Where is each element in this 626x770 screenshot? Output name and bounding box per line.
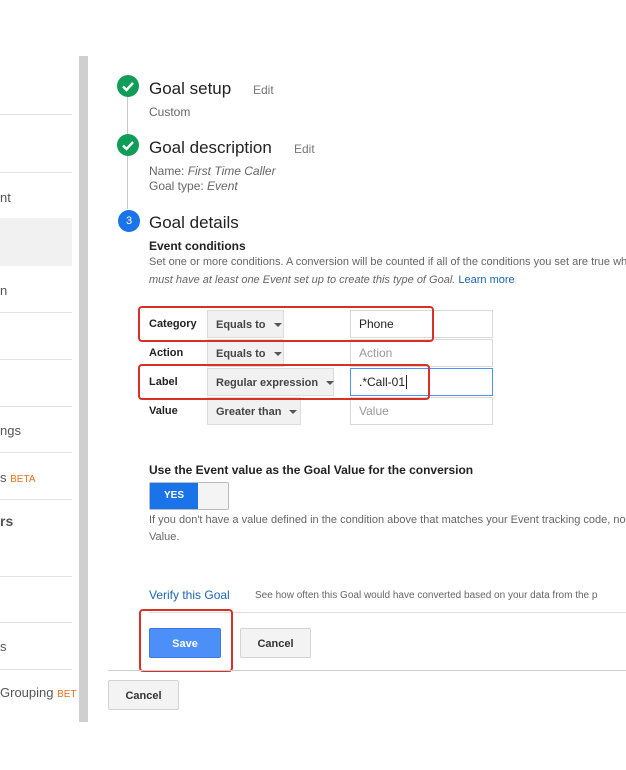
sidebar-divider [0,406,72,407]
value-value-input[interactable]: Value [350,397,493,425]
goal-value-note: If you don't have a value defined in the… [149,514,626,526]
goal-details-title: Goal details [149,213,239,232]
check-icon [117,134,139,156]
sidebar-item[interactable]: nt [0,190,11,205]
sidebar-item[interactable]: n [0,283,7,298]
verify-goal-link[interactable]: Verify this Goal [149,588,230,602]
sidebar-item[interactable]: ngs [0,423,21,438]
goal-setup-edit-link[interactable]: Edit [253,83,274,97]
sidebar-item[interactable]: s BETA [0,470,36,485]
goal-value-note-2: Value. [149,531,180,543]
sidebar-divider [0,359,72,360]
verify-goal-description: See how often this Goal would have conve… [255,590,598,601]
event-conditions-description-2: must have at least one Event set up to c… [149,274,515,286]
goal-description-edit-link[interactable]: Edit [294,142,315,156]
learn-more-link[interactable]: Learn more [458,274,514,286]
sidebar-divider [0,114,72,115]
event-conditions-description: Set one or more conditions. A conversion… [149,256,626,268]
chevron-down-icon [289,410,298,415]
action-value-input[interactable]: Action [350,339,493,367]
goal-type-line: Goal type: Event [149,179,238,193]
goal-name-line: Name: First Time Caller [149,164,276,178]
sidebar-scrollbar[interactable] [79,56,88,722]
goal-value-toggle[interactable]: YES [149,482,229,510]
cancel-button[interactable]: Cancel [240,628,311,658]
beta-badge: BETA [10,474,36,485]
step-number-badge: 3 [118,210,140,232]
highlight-box-label [138,364,430,400]
event-conditions-heading: Event conditions [149,239,246,253]
beta-badge: BET [57,689,77,700]
goal-setup-value: Custom [149,105,191,119]
sidebar: nt n ngs s BETA rs s Grouping BET [0,56,80,722]
sidebar-divider [0,172,72,173]
goal-description-title: Goal description [149,138,272,157]
toggle-on-label: YES [150,483,198,509]
check-icon [117,75,139,97]
sidebar-divider [0,499,72,500]
highlight-box-category [138,306,434,342]
sidebar-item[interactable]: Grouping BET [0,685,77,700]
condition-label-action: Action [149,347,184,359]
goal-value-heading: Use the Event value as the Goal Value fo… [149,463,474,477]
sidebar-item-selected[interactable] [0,218,72,266]
sidebar-divider [0,452,72,453]
highlight-box-save [139,609,233,672]
sidebar-divider [0,312,72,313]
sidebar-divider [0,622,72,623]
footer-divider [108,670,626,671]
sidebar-divider [0,576,72,577]
goal-setup-title: Goal setup [149,79,232,98]
sidebar-divider [0,669,72,670]
sidebar-section-header: rs [0,513,14,529]
chevron-down-icon [273,352,282,357]
condition-label-value: Value [149,405,178,417]
outer-cancel-button[interactable]: Cancel [108,680,179,710]
value-operator-select[interactable]: Greater than [207,397,301,425]
action-operator-select[interactable]: Equals to [207,339,284,367]
sidebar-item[interactable]: s [0,639,7,654]
